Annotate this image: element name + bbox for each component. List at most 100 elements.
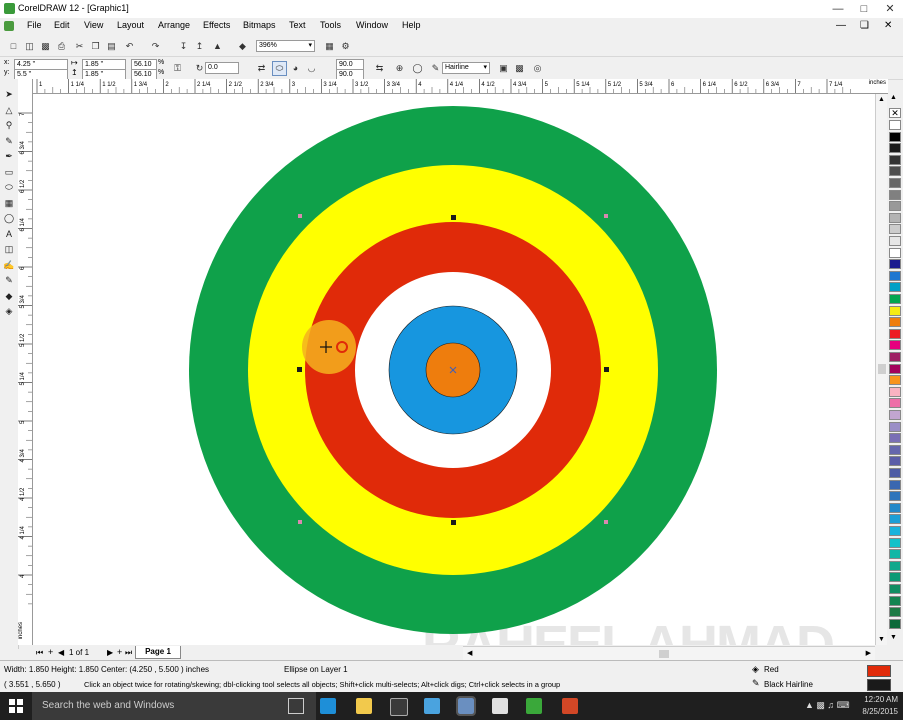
application-launcher-icon[interactable]: ▲: [210, 39, 225, 54]
doc-restore-icon[interactable]: ❏: [860, 20, 869, 31]
ellipse-mode-icon[interactable]: ⬭: [272, 61, 287, 76]
horizontal-scroll-thumb[interactable]: [659, 650, 669, 658]
palette-swatch[interactable]: [889, 282, 901, 293]
lock-ratio-icon[interactable]: ⚿: [170, 61, 185, 76]
to-back-icon[interactable]: ▩: [512, 61, 527, 76]
palette-swatch[interactable]: [889, 259, 901, 270]
palette-swatch[interactable]: [889, 572, 901, 583]
last-page-icon[interactable]: ⏭: [125, 648, 132, 658]
freehand-tool-icon[interactable]: ✎: [3, 135, 15, 147]
cut-icon[interactable]: ✂: [72, 39, 87, 54]
interactive-fill-icon[interactable]: ◈: [3, 305, 15, 317]
palette-down-icon[interactable]: ▼: [890, 634, 897, 641]
fill-color-swatch[interactable]: [867, 665, 891, 677]
add-page-after-icon[interactable]: +: [117, 647, 122, 657]
to-curves-icon[interactable]: ◯: [410, 61, 425, 76]
outline-tool-icon[interactable]: ✎: [3, 274, 15, 286]
scroll-up-icon[interactable]: ▲: [878, 96, 885, 103]
horizontal-ruler[interactable]: 1 1 1/4 1 1/2 1 3/4 2 2 1/4 2 1/2 2 3/4 3 3 1/4 3 …: [32, 79, 888, 94]
eyedropper-icon[interactable]: ✍: [3, 259, 15, 271]
palette-swatch[interactable]: [889, 502, 901, 513]
undo-icon[interactable]: ↶: [122, 39, 137, 54]
first-page-icon[interactable]: ⏮: [36, 648, 43, 658]
mirror-icon[interactable]: ⇄: [254, 61, 269, 76]
basic-shapes-icon[interactable]: ◯: [3, 212, 15, 224]
pick-tool-icon[interactable]: ➤: [3, 88, 15, 100]
palette-swatch[interactable]: [889, 526, 901, 536]
copy-icon[interactable]: ❐: [88, 39, 103, 54]
scroll-left-icon[interactable]: ◀: [467, 649, 472, 657]
camtasia-icon[interactable]: [526, 698, 542, 714]
palette-swatch[interactable]: [889, 178, 901, 188]
palette-swatch[interactable]: [889, 433, 901, 444]
rectangle-tool-icon[interactable]: ▭: [3, 166, 15, 178]
palette-swatch[interactable]: [889, 560, 901, 571]
palette-swatch[interactable]: [889, 340, 901, 351]
palette-swatch[interactable]: [889, 317, 901, 328]
menu-effects[interactable]: Effects: [203, 20, 230, 30]
document-icon[interactable]: [4, 21, 14, 31]
text-tool-icon[interactable]: A: [3, 228, 15, 240]
palette-swatch[interactable]: [889, 444, 901, 455]
new-icon[interactable]: □: [6, 39, 21, 54]
store-icon[interactable]: [390, 698, 408, 716]
export-icon[interactable]: ↥: [192, 39, 207, 54]
palette-swatch[interactable]: [889, 247, 901, 258]
maximize-icon[interactable]: □: [851, 0, 877, 18]
paste-icon[interactable]: ▤: [104, 39, 119, 54]
palette-swatch[interactable]: [889, 607, 901, 618]
palette-swatch[interactable]: [889, 166, 901, 177]
doc-close-icon[interactable]: ✕: [884, 20, 892, 31]
palette-swatch[interactable]: [889, 363, 901, 374]
powerpoint-icon[interactable]: [562, 698, 578, 714]
menu-file[interactable]: File: [27, 20, 42, 30]
zoom-tool-icon[interactable]: ⚲: [3, 119, 15, 131]
zoom-level-select[interactable]: 396% ▾: [256, 40, 315, 52]
vertical-scroll-thumb[interactable]: [878, 364, 886, 374]
palette-swatch[interactable]: [889, 398, 901, 409]
palette-swatch[interactable]: [889, 491, 901, 502]
scroll-down-icon[interactable]: ▼: [878, 636, 885, 643]
outline-color-swatch[interactable]: [867, 679, 891, 691]
next-page-icon[interactable]: ▶: [107, 648, 113, 657]
open-icon[interactable]: ◫: [22, 39, 37, 54]
horizontal-scrollbar[interactable]: ◀ ▶: [463, 646, 875, 661]
ruler-origin[interactable]: [18, 79, 33, 94]
ellipse-tool-icon[interactable]: ⬭: [3, 181, 15, 193]
palette-swatch[interactable]: [889, 120, 901, 130]
palette-swatch[interactable]: [889, 595, 901, 606]
palette-swatch[interactable]: [889, 410, 901, 420]
polygon-tool-icon[interactable]: ▦: [3, 197, 15, 209]
palette-up-icon[interactable]: ▲: [890, 94, 897, 101]
save-icon[interactable]: ▩: [38, 39, 53, 54]
palette-swatch[interactable]: [889, 468, 901, 478]
palette-swatch[interactable]: [889, 131, 901, 142]
palette-swatch[interactable]: [889, 201, 901, 212]
palette-swatch[interactable]: [889, 352, 901, 362]
wrap-text-icon[interactable]: ⊕: [392, 61, 407, 76]
edge-icon[interactable]: [320, 698, 336, 714]
arc-mode-icon[interactable]: ◡: [304, 61, 319, 76]
palette-swatch[interactable]: [889, 270, 901, 281]
menu-arrange[interactable]: Arrange: [158, 20, 190, 30]
palette-swatch[interactable]: [889, 154, 901, 165]
convert-icon[interactable]: ◎: [530, 61, 545, 76]
palette-swatch[interactable]: [889, 386, 901, 397]
palette-swatch[interactable]: [889, 549, 901, 560]
menu-view[interactable]: View: [84, 20, 103, 30]
scroll-right-icon[interactable]: ▶: [866, 649, 871, 657]
prev-page-icon[interactable]: ◀: [58, 648, 64, 657]
palette-swatch[interactable]: [889, 236, 901, 246]
palette-swatch[interactable]: [889, 305, 901, 316]
palette-swatch[interactable]: [889, 456, 901, 467]
pie-mode-icon[interactable]: ◕: [288, 61, 303, 76]
file-explorer-icon[interactable]: [356, 698, 372, 714]
fill-tool-icon[interactable]: ◆: [3, 290, 15, 302]
menu-help[interactable]: Help: [402, 20, 421, 30]
palette-swatch[interactable]: [889, 584, 901, 594]
shape-tool-icon[interactable]: △: [3, 104, 15, 116]
snap-to-grid-icon[interactable]: ▦: [322, 39, 337, 54]
taskbar-search-box[interactable]: Search the web and Windows: [32, 692, 316, 720]
app-icon-1[interactable]: [424, 698, 440, 714]
rotation-field[interactable]: 0.0: [205, 62, 239, 74]
